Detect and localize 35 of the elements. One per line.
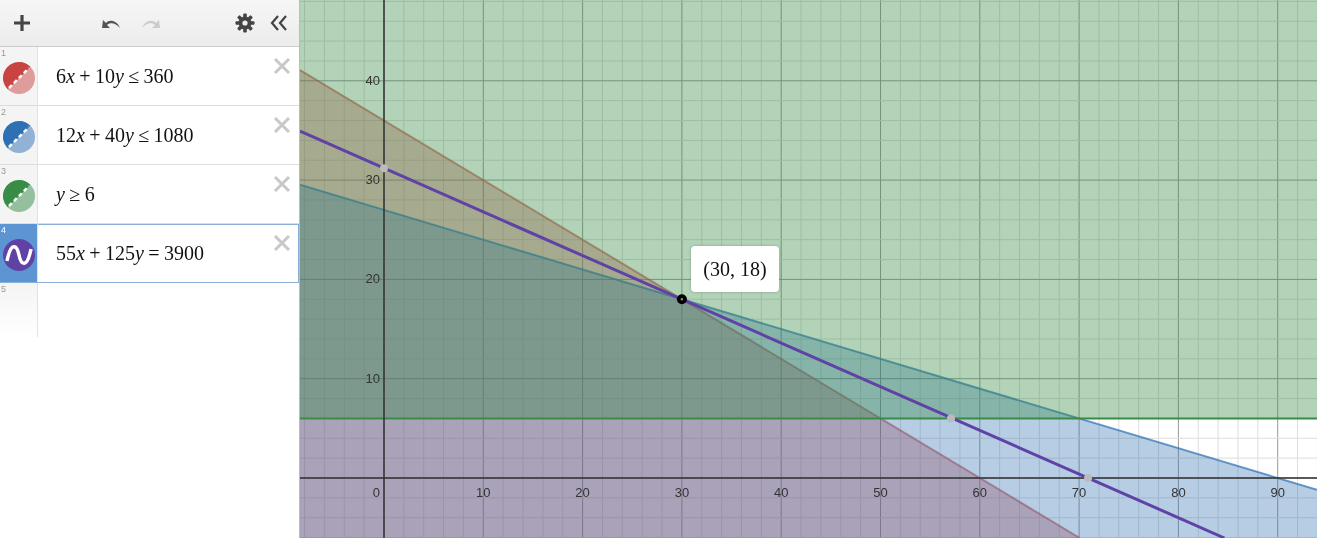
tick-label: 70 xyxy=(1071,484,1087,502)
tick-label: 20 xyxy=(575,484,590,502)
tick-label: 10 xyxy=(365,369,380,388)
tick-label: 30 xyxy=(674,484,690,502)
expression-index: 1 xyxy=(1,48,6,58)
tick-label: 40 xyxy=(773,484,789,502)
expression-field[interactable]: 6x + 10y ≤ 360 xyxy=(38,47,299,105)
expression-row[interactable]: 2 12x + 40y ≤ 1080 xyxy=(0,106,299,165)
expression-row[interactable]: 4 55x + 125y = 3900 xyxy=(0,224,299,283)
expression-index: 4 xyxy=(1,225,6,235)
expression-index: 5 xyxy=(1,284,6,294)
tick-label: 30 xyxy=(365,171,380,190)
tick-label: 90 xyxy=(1270,484,1285,502)
point-label: (30, 18) xyxy=(691,246,779,292)
tick-label: 0 xyxy=(372,484,380,502)
tick-label: 80 xyxy=(1171,484,1186,502)
expression-row[interactable]: 3 y ≥ 6 xyxy=(0,165,299,224)
expression-index: 3 xyxy=(1,166,6,176)
tick-label: 20 xyxy=(365,270,380,289)
expression-row[interactable]: 1 6x + 10y ≤ 360 xyxy=(0,47,299,106)
expression-index: 2 xyxy=(1,107,6,117)
expression-field[interactable]: 12x + 40y ≤ 1080 xyxy=(38,106,299,164)
inequality-icon[interactable] xyxy=(2,180,35,212)
intercept-point[interactable] xyxy=(1084,474,1093,482)
inequality-icon[interactable] xyxy=(2,62,35,94)
expression-field[interactable]: 55x + 125y = 3900 xyxy=(38,224,299,282)
tick-label: 60 xyxy=(972,484,988,502)
tick-label: 10 xyxy=(476,484,491,502)
intersection-point[interactable] xyxy=(676,294,687,305)
inequality-icon[interactable] xyxy=(2,121,35,153)
wave-icon[interactable] xyxy=(2,239,35,271)
tick-label: 50 xyxy=(873,484,888,502)
intercept-point[interactable] xyxy=(380,164,388,173)
tick-label: 40 xyxy=(365,71,380,90)
expression-field[interactable]: y ≥ 6 xyxy=(38,165,299,223)
